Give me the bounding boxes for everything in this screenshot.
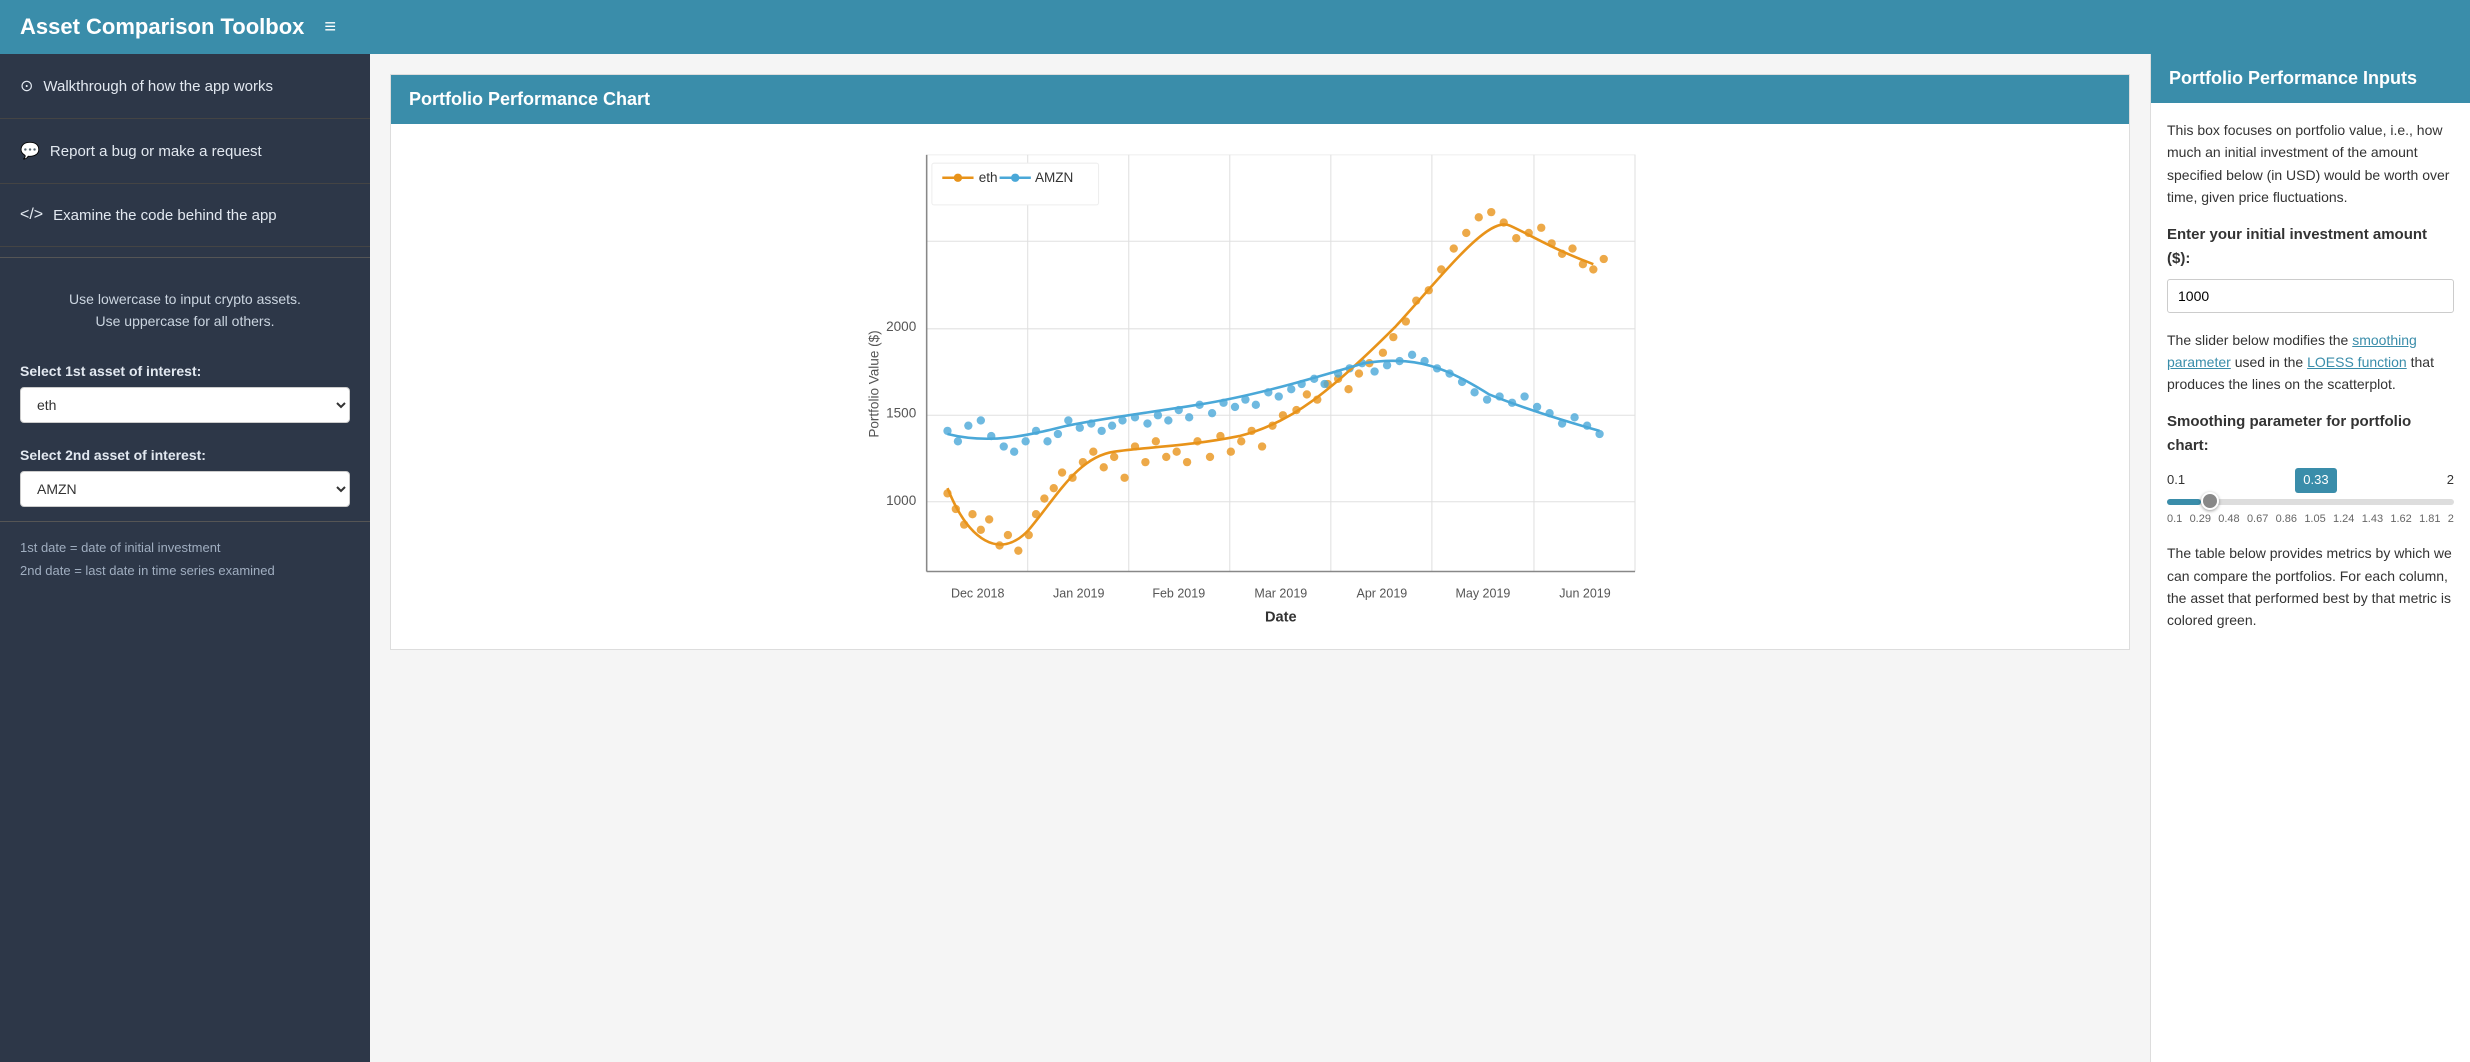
sidebar-item-walkthrough-label: Walkthrough of how the app works xyxy=(43,78,273,95)
investment-label: Enter your initial investment amount ($)… xyxy=(2167,223,2454,271)
svg-text:eth: eth xyxy=(979,170,998,185)
info-text-2: Use uppercase for all others. xyxy=(20,310,350,332)
sidebar-item-walkthrough[interactable]: ⊙ Walkthrough of how the app works xyxy=(0,54,370,119)
asset2-section: Select 2nd asset of interest: AMZN AAPL … xyxy=(0,437,370,521)
slider-track xyxy=(2167,499,2454,505)
investment-input[interactable] xyxy=(2167,279,2454,313)
slider-ticks: 0.1 0.29 0.48 0.67 0.86 1.05 1.24 1.43 1… xyxy=(2167,511,2454,529)
slider-desc-prefix: The slider below modifies the xyxy=(2167,332,2352,348)
slider-max-label: 2 xyxy=(2447,470,2454,491)
sidebar-item-examine-code[interactable]: </> Examine the code behind the app xyxy=(0,184,370,247)
info-text-1: Use lowercase to input crypto assets. xyxy=(20,288,350,310)
smoothing-label: Smoothing parameter for portfolio chart: xyxy=(2167,410,2454,458)
svg-text:AMZN: AMZN xyxy=(1035,170,1073,185)
portfolio-chart-svg: 1000 1500 2000 Portfolio Value ($) Dec 2… xyxy=(401,134,2119,634)
app-title: Asset Comparison Toolbox xyxy=(20,14,304,40)
svg-text:Mar 2019: Mar 2019 xyxy=(1254,587,1307,601)
svg-text:Jan 2019: Jan 2019 xyxy=(1053,587,1104,601)
github-icon: ⊙ xyxy=(20,76,33,96)
right-panel-description: This box focuses on portfolio value, i.e… xyxy=(2167,119,2454,209)
chart-body: 1000 1500 2000 Portfolio Value ($) Dec 2… xyxy=(391,124,2129,649)
asset1-select[interactable]: eth btc AAPL xyxy=(20,387,350,423)
chart-panel: Portfolio Performance Chart xyxy=(390,74,2130,650)
asset1-label: Select 1st asset of interest: xyxy=(20,363,350,379)
app-header: Asset Comparison Toolbox ≡ xyxy=(0,0,2470,54)
menu-icon[interactable]: ≡ xyxy=(324,16,336,39)
svg-text:Dec 2018: Dec 2018 xyxy=(951,587,1005,601)
comment-icon: 💬 xyxy=(20,141,40,161)
svg-text:1000: 1000 xyxy=(886,493,916,508)
sidebar-item-examine-code-label: Examine the code behind the app xyxy=(53,207,277,224)
slider-description: The slider below modifies the smoothing … xyxy=(2167,329,2454,396)
sidebar-divider xyxy=(0,257,370,258)
svg-text:Portfolio Value ($): Portfolio Value ($) xyxy=(867,330,882,437)
table-description: The table below provides metrics by whic… xyxy=(2167,542,2454,632)
sidebar-item-report-bug-label: Report a bug or make a request xyxy=(50,143,262,160)
asset1-section: Select 1st asset of interest: eth btc AA… xyxy=(0,353,370,437)
chart-area: Portfolio Performance Chart xyxy=(370,54,2150,1062)
asset2-label: Select 2nd asset of interest: xyxy=(20,447,350,463)
right-panel-header: Portfolio Performance Inputs xyxy=(2151,54,2470,103)
slider-container: 0.1 0.33 2 0.1 0.29 0.48 0.67 0.86 1.05 … xyxy=(2167,468,2454,528)
slider-thumb xyxy=(2201,492,2219,510)
sidebar-info: Use lowercase to input crypto assets. Us… xyxy=(0,268,370,353)
loess-function-link[interactable]: LOESS function xyxy=(2307,354,2407,370)
asset2-select[interactable]: AMZN AAPL GOOG xyxy=(20,471,350,507)
right-panel-body: This box focuses on portfolio value, i.e… xyxy=(2151,103,2470,662)
date-info-1: 1st date = date of initial investment xyxy=(20,536,350,559)
svg-text:Jun 2019: Jun 2019 xyxy=(1559,587,1610,601)
svg-text:Apr 2019: Apr 2019 xyxy=(1357,587,1408,601)
slider-fill xyxy=(2167,499,2201,505)
svg-text:Feb 2019: Feb 2019 xyxy=(1152,587,1205,601)
sidebar-dates: 1st date = date of initial investment 2n… xyxy=(0,521,370,597)
svg-text:May 2019: May 2019 xyxy=(1455,587,1510,601)
sidebar: ⊙ Walkthrough of how the app works 💬 Rep… xyxy=(0,54,370,1062)
main-layout: ⊙ Walkthrough of how the app works 💬 Rep… xyxy=(0,54,2470,1062)
svg-text:1500: 1500 xyxy=(886,405,916,420)
slider-min-label: 0.1 xyxy=(2167,470,2185,491)
slider-desc-mid: used in the xyxy=(2231,354,2307,370)
right-panel: Portfolio Performance Inputs This box fo… xyxy=(2150,54,2470,1062)
code-icon: </> xyxy=(20,206,43,224)
svg-text:Date: Date xyxy=(1265,610,1297,626)
sidebar-item-report-bug[interactable]: 💬 Report a bug or make a request xyxy=(0,119,370,184)
chart-panel-header: Portfolio Performance Chart xyxy=(391,75,2129,124)
slider-current-value: 0.33 xyxy=(2295,468,2336,493)
date-info-2: 2nd date = last date in time series exam… xyxy=(20,559,350,582)
slider-labels: 0.1 0.33 2 xyxy=(2167,468,2454,493)
svg-text:2000: 2000 xyxy=(886,319,916,334)
